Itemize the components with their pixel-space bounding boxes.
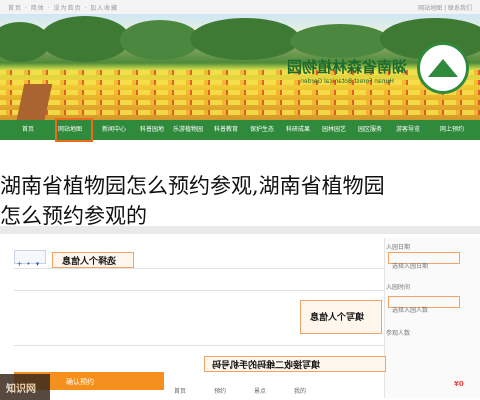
nav-item[interactable]: 园林园艺 bbox=[314, 120, 354, 140]
select-date-label: 选择入园日期 bbox=[392, 263, 429, 270]
submit-label: 确认预约 bbox=[66, 378, 94, 386]
bottom-link[interactable]: 景点 bbox=[254, 386, 266, 395]
quantity-stepper[interactable]: + • ▾ bbox=[14, 250, 46, 268]
tulip-row bbox=[0, 110, 480, 115]
site-watermark: 知识网 bbox=[0, 374, 50, 400]
select-date-button[interactable]: 选择入园日期 bbox=[388, 252, 460, 270]
step-note-1: 填写个人信息 bbox=[310, 313, 365, 323]
step-note-3: 填写接收二维码的手机号码 bbox=[212, 361, 321, 371]
bottom-links: 首页 预约 景点 我的 bbox=[164, 386, 384, 398]
tulip-row bbox=[0, 100, 480, 105]
article-headline: 湖南省植物园怎么预约参观,湖南省植物园 怎么预约参观的 bbox=[0, 171, 480, 231]
nav-item[interactable]: 保护生态 bbox=[242, 120, 282, 140]
nav-item[interactable]: 首页 bbox=[8, 120, 48, 140]
banner-subtitle: Hunan Forest Botanical Garden bbox=[300, 78, 394, 85]
banner-title: 湖南省森林植物园 bbox=[287, 58, 408, 76]
nav-item[interactable]: 科普园地 bbox=[132, 120, 172, 140]
side-label: 入园日期 bbox=[386, 244, 411, 251]
headline-line-1: 湖南省植物园怎么预约参观,湖南省植物园 bbox=[0, 174, 385, 198]
banner-tree bbox=[290, 24, 390, 58]
nav-item[interactable]: 游客导览 bbox=[388, 120, 428, 140]
select-count-label: 选择入园人数 bbox=[392, 307, 429, 314]
divider bbox=[14, 268, 384, 269]
side-label: 入园时间 bbox=[386, 284, 411, 291]
top-strip-right-text[interactable]: 网站地图 | 联系我们 bbox=[418, 3, 472, 12]
top-strip-left-text[interactable]: 首页 · 简体 · 设为首页 · 加入收藏 bbox=[8, 3, 118, 12]
nav-item[interactable]: 园区服务 bbox=[350, 120, 390, 140]
nav-item[interactable]: 乐游植物园 bbox=[168, 120, 208, 140]
bottom-link[interactable]: 首页 bbox=[174, 386, 186, 395]
nav-item[interactable]: 新闻中心 bbox=[94, 120, 134, 140]
price-tag: ¥0 bbox=[454, 380, 464, 388]
screenshot-divider bbox=[0, 226, 480, 234]
nav-item[interactable]: 网上预约 bbox=[432, 120, 472, 140]
site-banner: 湖南省森林植物园 Hunan Forest Botanical Garden bbox=[0, 14, 480, 120]
nav-item[interactable]: 科普教育 bbox=[206, 120, 246, 140]
watermark-text: 知识网 bbox=[6, 384, 36, 395]
mountain-icon bbox=[428, 59, 458, 77]
banner-tree bbox=[120, 20, 200, 60]
bottom-link[interactable]: 我的 bbox=[294, 386, 306, 395]
banner-tree bbox=[40, 16, 130, 62]
divider bbox=[14, 290, 384, 291]
bottom-link[interactable]: 预约 bbox=[214, 386, 226, 395]
nav-item[interactable]: 科研成果 bbox=[278, 120, 318, 140]
side-label: 参观人数 bbox=[386, 330, 411, 337]
garden-logo-icon bbox=[417, 42, 469, 94]
tulip-row bbox=[0, 90, 480, 95]
select-count-button[interactable]: 选择入园人数 bbox=[388, 296, 460, 314]
banner-tree bbox=[190, 18, 300, 60]
step-note-2: 选择个人信息 bbox=[62, 257, 117, 267]
divider bbox=[14, 345, 384, 346]
nav-highlight-frame bbox=[55, 118, 93, 142]
top-strip: 首页 · 简体 · 设为首页 · 加入收藏 网站地图 | 联系我们 bbox=[0, 0, 480, 15]
